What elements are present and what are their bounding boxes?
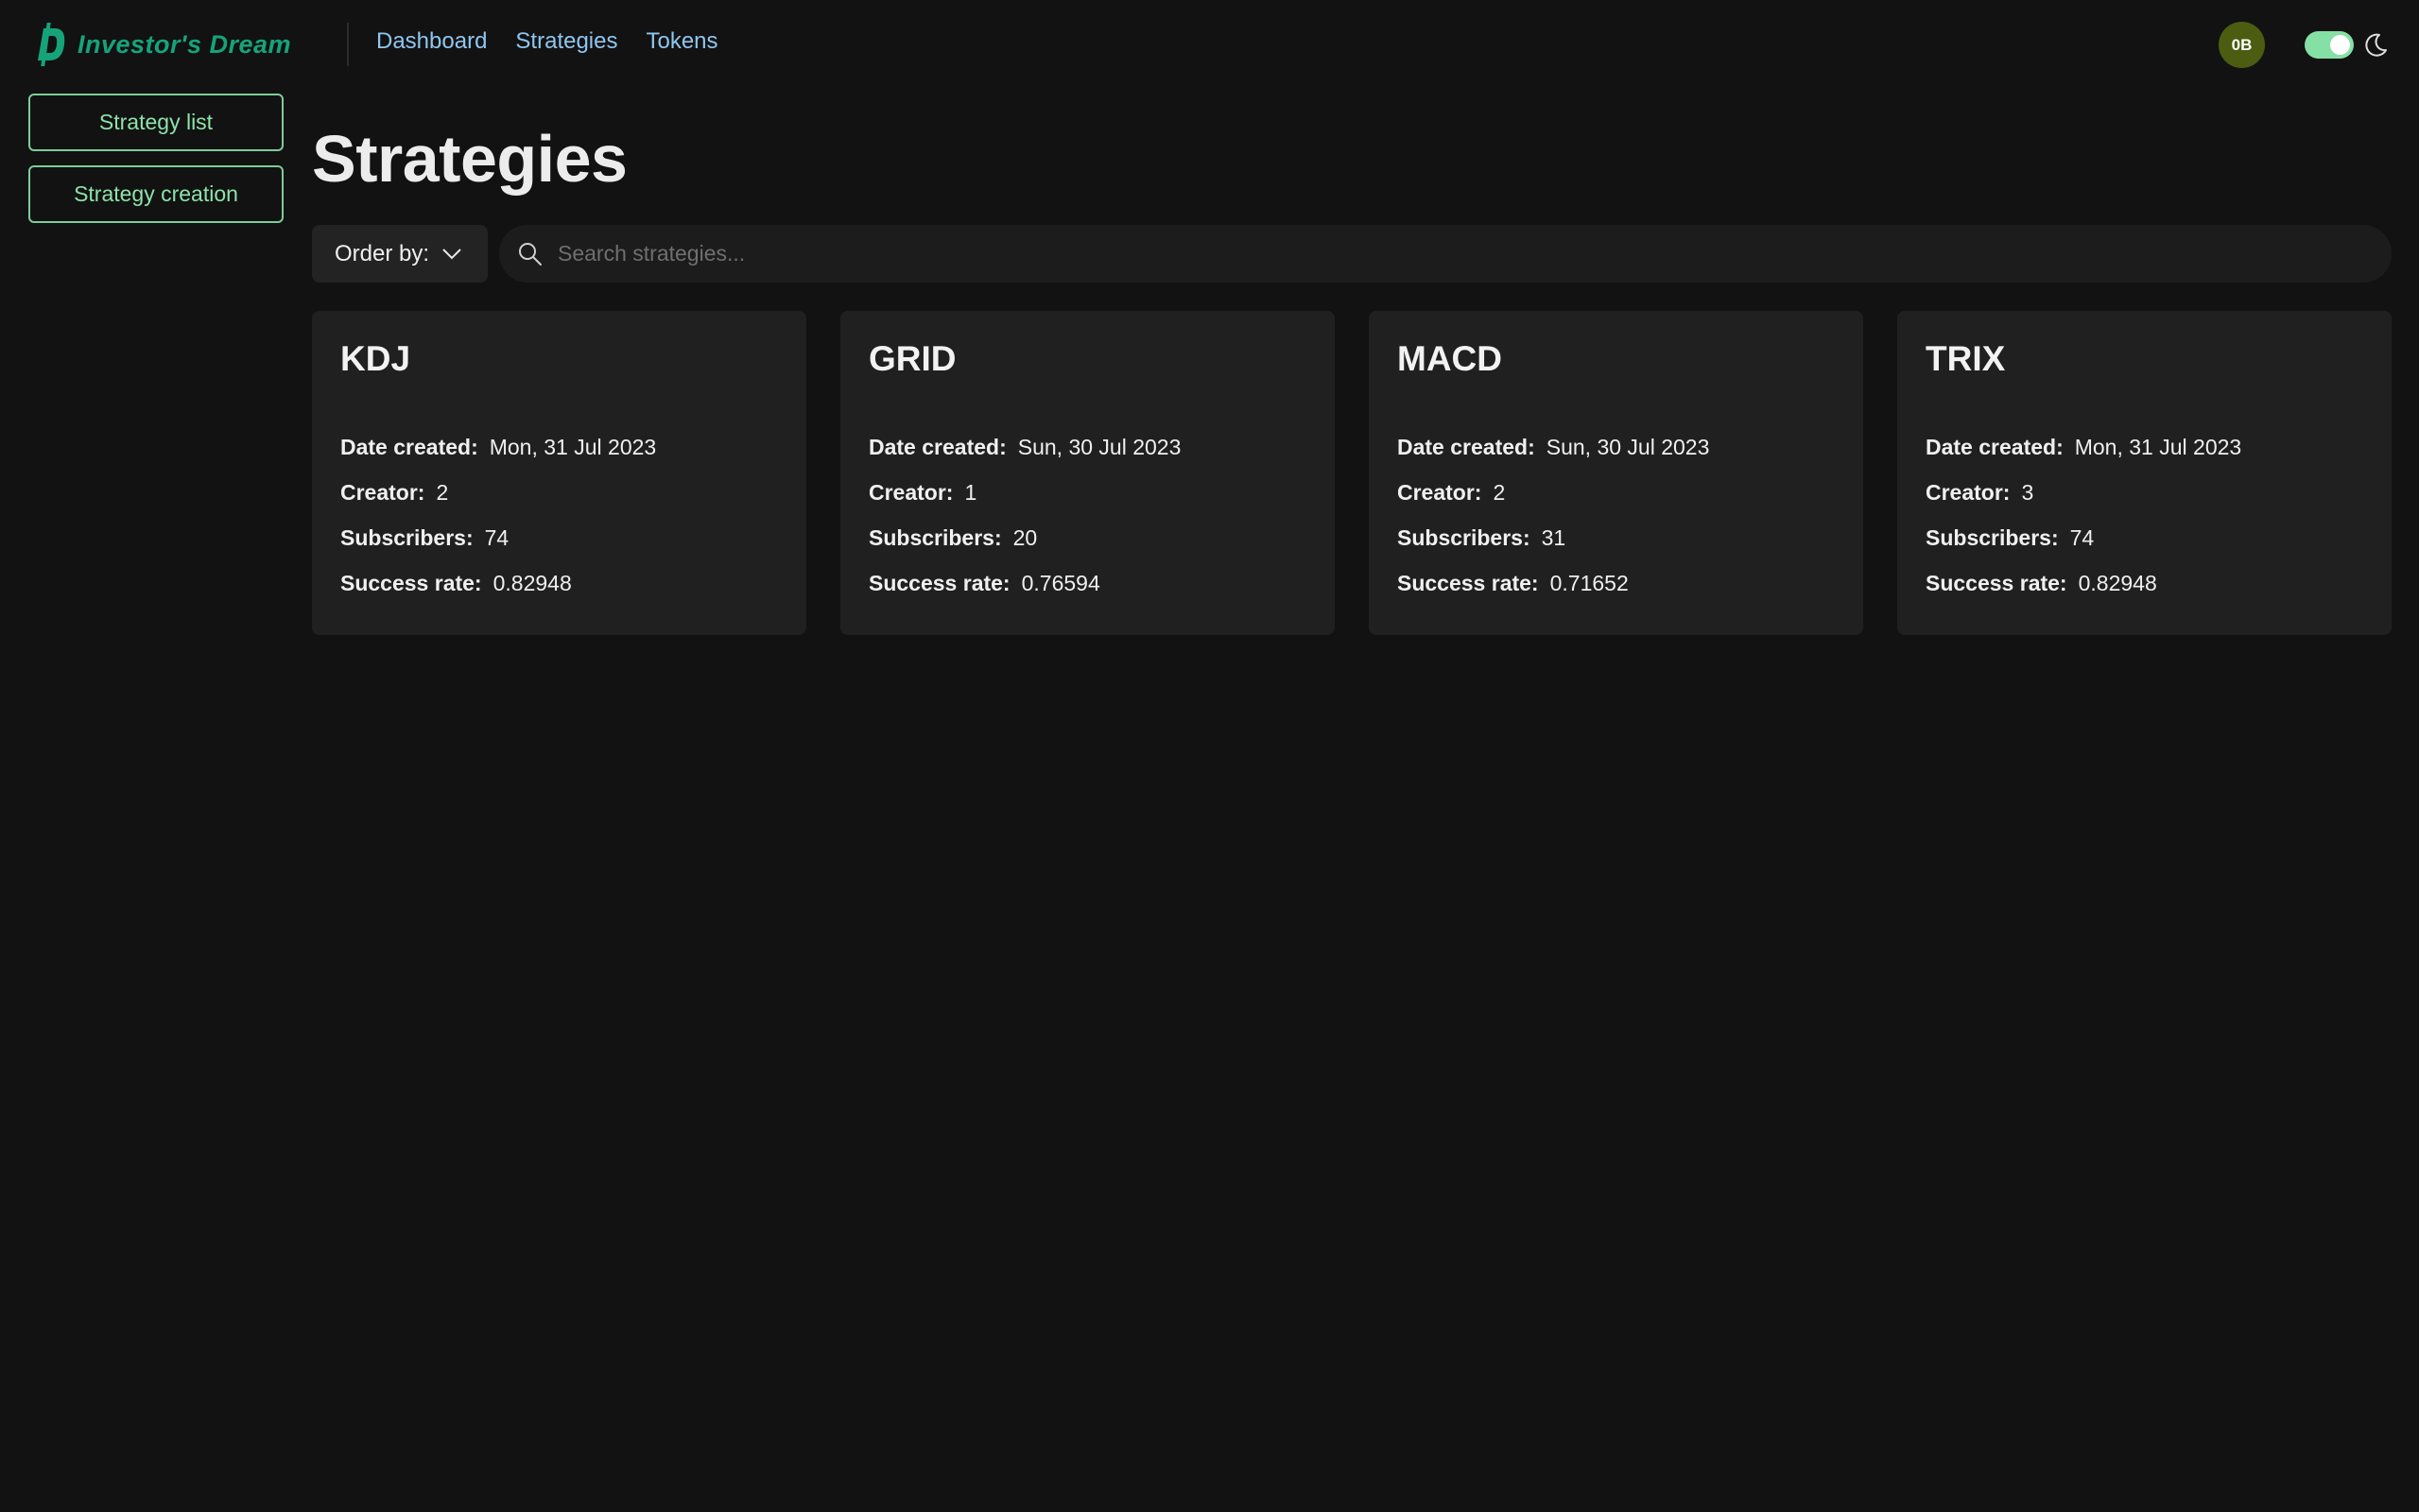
success-rate-label: Success rate: (1926, 570, 2067, 595)
strategy-card-macd[interactable]: MACD Date created: Sun, 30 Jul 2023 Creat… (1369, 311, 1863, 635)
date-created-label: Date created: (869, 434, 1007, 459)
strategy-name: KDJ (340, 339, 411, 378)
nav-link-strategies[interactable]: Strategies (515, 28, 617, 55)
page-title: Strategies (312, 122, 628, 196)
success-rate-value: 0.71652 (1549, 570, 1629, 595)
chevron-down-icon (442, 248, 461, 259)
date-created-value: Sun, 30 Jul 2023 (1546, 434, 1710, 459)
subscribers-label: Subscribers: (869, 524, 1002, 550)
date-created-value: Mon, 31 Jul 2023 (489, 434, 657, 459)
date-created-label: Date created: (1397, 434, 1535, 459)
subscribers-value: 31 (1541, 524, 1566, 550)
moon-icon (2365, 33, 2387, 57)
search-input[interactable] (558, 225, 2392, 283)
subscribers-label: Subscribers: (1397, 524, 1530, 550)
subscribers-label: Subscribers: (1926, 524, 2059, 550)
logo-icon (38, 23, 65, 66)
app-logo[interactable]: Investor's Dream (34, 21, 291, 68)
strategy-card-trix[interactable]: TRIX Date created: Mon, 31 Jul 2023 Creat… (1897, 311, 2392, 635)
order-by-dropdown[interactable]: Order by: (312, 225, 488, 283)
creator-value: 2 (1493, 479, 1506, 505)
logo-text: Investor's Dream (78, 29, 292, 59)
date-created-label: Date created: (1926, 434, 2064, 459)
subscribers-value: 74 (2069, 524, 2095, 550)
strategy-card-grid: KDJ Date created: Mon, 31 Jul 2023 Creato… (312, 311, 2392, 635)
strategy-name: TRIX (1926, 339, 2006, 378)
search-bar (499, 225, 2392, 283)
success-rate-value: 0.82948 (2078, 570, 2157, 595)
subscribers-value: 20 (1012, 524, 1038, 550)
creator-label: Creator: (340, 479, 425, 505)
header-divider (347, 23, 349, 66)
creator-value: 3 (2021, 479, 2034, 505)
date-created-value: Mon, 31 Jul 2023 (2074, 434, 2242, 459)
theme-toggle[interactable] (2305, 31, 2354, 59)
success-rate-label: Success rate: (869, 570, 1011, 595)
search-icon (519, 242, 542, 266)
theme-toggle-knob (2330, 35, 2350, 55)
user-avatar[interactable]: 0B (2219, 22, 2265, 68)
success-rate-label: Success rate: (1397, 570, 1539, 595)
success-rate-value: 0.82948 (492, 570, 572, 595)
nav-link-tokens[interactable]: Tokens (646, 28, 717, 55)
creator-label: Creator: (1926, 479, 2011, 505)
creator-label: Creator: (1397, 479, 1482, 505)
creator-value: 2 (436, 479, 449, 505)
order-by-label: Order by: (335, 240, 430, 266)
success-rate-value: 0.76594 (1021, 570, 1100, 595)
date-created-label: Date created: (340, 434, 478, 459)
top-header: Investor's Dream Dashboard Strategies To… (0, 0, 2419, 91)
main-nav: Dashboard Strategies Tokens (376, 28, 718, 55)
date-created-value: Sun, 30 Jul 2023 (1017, 434, 1182, 459)
nav-link-dashboard[interactable]: Dashboard (376, 28, 487, 55)
sidebar-item-strategy-creation[interactable]: Strategy creation (28, 165, 284, 223)
creator-value: 1 (964, 479, 977, 505)
strategy-name: GRID (869, 339, 957, 378)
strategy-card-kdj[interactable]: KDJ Date created: Mon, 31 Jul 2023 Creato… (312, 311, 806, 635)
subscribers-label: Subscribers: (340, 524, 474, 550)
strategy-name: MACD (1397, 339, 1502, 378)
success-rate-label: Success rate: (340, 570, 482, 595)
strategy-card-grid-strategy[interactable]: GRID Date created: Sun, 30 Jul 2023 Creat… (840, 311, 1335, 635)
subscribers-value: 74 (484, 524, 510, 550)
sidebar-item-strategy-list[interactable]: Strategy list (28, 94, 284, 151)
creator-label: Creator: (869, 479, 954, 505)
